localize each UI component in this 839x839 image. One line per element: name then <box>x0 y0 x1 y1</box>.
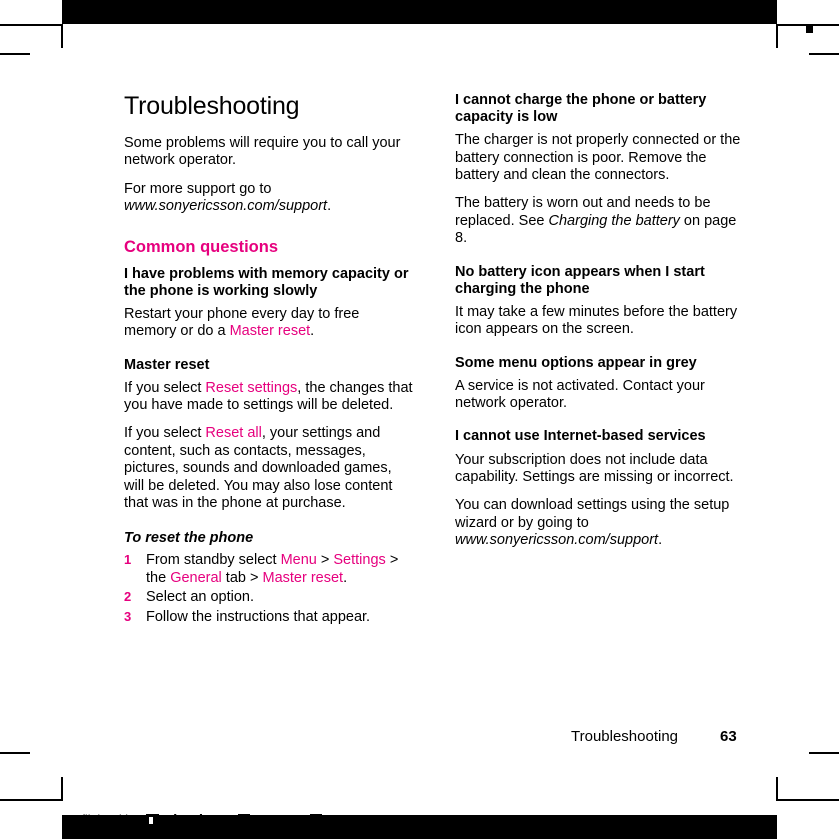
question-heading-menu-options-grey: Some menu options appear in grey <box>455 354 697 371</box>
answer-text-prefix: If you select <box>124 379 206 396</box>
elanders-mark-icon <box>146 813 160 827</box>
preflight-passed-checkbox: PASSED <box>238 814 300 826</box>
ui-term: Menu <box>280 552 317 569</box>
ui-term: Settings <box>333 552 386 569</box>
answer-reset-all: If you select Reset all, your settings a… <box>124 425 414 512</box>
answer-text-prefix: If you select <box>124 425 206 442</box>
answer-text-prefix: You can download settings using the setu… <box>455 497 730 531</box>
answer-download-settings: You can download settings using the setu… <box>455 497 745 549</box>
procedure-step: 1 From standby select Menu > Settings > t… <box>124 552 414 587</box>
ui-term: Master reset <box>262 569 344 586</box>
page-title: Troubleshooting <box>124 92 300 120</box>
step-number: 3 <box>124 608 132 624</box>
procedure-step: 2 Select an option. <box>124 589 414 606</box>
step-text: tab > <box>221 569 263 586</box>
intro-paragraph-2: For more support go to www.sonyericsson.… <box>124 181 414 216</box>
answer-no-battery-icon: It may take a few minutes before the bat… <box>455 303 738 338</box>
elanders-wordmark: Elanders <box>163 811 225 829</box>
step-text: Select an option. <box>146 589 255 606</box>
preflight-failed-checkbox: FAILED <box>310 814 366 826</box>
preflight-label: Preflighted by <box>62 813 139 827</box>
step-text: > <box>316 552 334 569</box>
answer-text-suffix: . <box>658 532 663 549</box>
preflight-failed-label: FAILED <box>326 814 367 826</box>
answer-memory-capacity: Restart your phone every day to free mem… <box>124 306 414 341</box>
question-heading-no-battery-icon: No battery icon appears when I start cha… <box>455 263 705 297</box>
answer-reset-settings: If you select Reset settings, the change… <box>124 380 414 415</box>
support-text-suffix: . <box>327 198 332 215</box>
preflight-bar: Preflighted by Elanders PASSED FAILED <box>62 801 376 839</box>
answer-menu-options-grey: A service is not activated. Contact your… <box>455 377 705 412</box>
manual-page: Troubleshooting Some problems will requi… <box>0 0 839 839</box>
elanders-logo: Elanders <box>146 811 225 829</box>
step-number: 2 <box>124 589 132 605</box>
ui-term-reset-all: Reset all <box>205 425 262 442</box>
right-column: I cannot charge the phone or battery cap… <box>455 92 745 561</box>
answer-battery-worn: The battery is worn out and needs to be … <box>455 195 745 247</box>
step-text: From standby select <box>146 552 281 569</box>
page-number: 63 <box>720 728 737 745</box>
procedure-step: 3 Follow the instructions that appear. <box>124 609 414 626</box>
left-column: Troubleshooting Some problems will requi… <box>124 92 414 628</box>
support-url: www.sonyericsson.com/support <box>455 532 659 549</box>
footer-chapter-label: Troubleshooting <box>571 728 679 745</box>
checkbox-checked-icon <box>238 814 251 826</box>
question-heading-internet-services: I cannot use Internet-based services <box>455 428 706 445</box>
ui-term: General <box>170 569 222 586</box>
question-heading-master-reset: Master reset <box>124 356 210 373</box>
support-text-prefix: For more support go to <box>124 180 272 197</box>
question-heading-memory-capacity: I have problems with memory capacity or … <box>124 265 409 299</box>
answer-charger-connection: The charger is not properly connected or… <box>455 132 741 183</box>
answer-subscription-data: Your subscription does not include data … <box>455 451 734 485</box>
ui-term-master-reset: Master reset <box>229 323 311 340</box>
question-heading-charge-battery: I cannot charge the phone or battery cap… <box>455 92 707 126</box>
step-text: . <box>343 569 348 586</box>
step-number: 1 <box>124 552 132 568</box>
task-heading-reset-phone: To reset the phone <box>124 530 254 547</box>
step-text: Follow the instructions that appear. <box>146 608 371 625</box>
intro-paragraph-1: Some problems will require you to call y… <box>124 135 401 169</box>
procedure-steps: 1 From standby select Menu > Settings > t… <box>124 552 414 626</box>
preflight-passed-label: PASSED <box>254 814 301 826</box>
checkbox-empty-icon <box>310 814 323 826</box>
cross-reference-charging-the-battery: Charging the battery <box>548 212 680 229</box>
support-url: www.sonyericsson.com/support <box>124 198 328 215</box>
answer-text-suffix: . <box>310 323 315 340</box>
ui-term-reset-settings: Reset settings <box>205 379 298 396</box>
section-heading-common-questions: Common questions <box>124 237 279 256</box>
